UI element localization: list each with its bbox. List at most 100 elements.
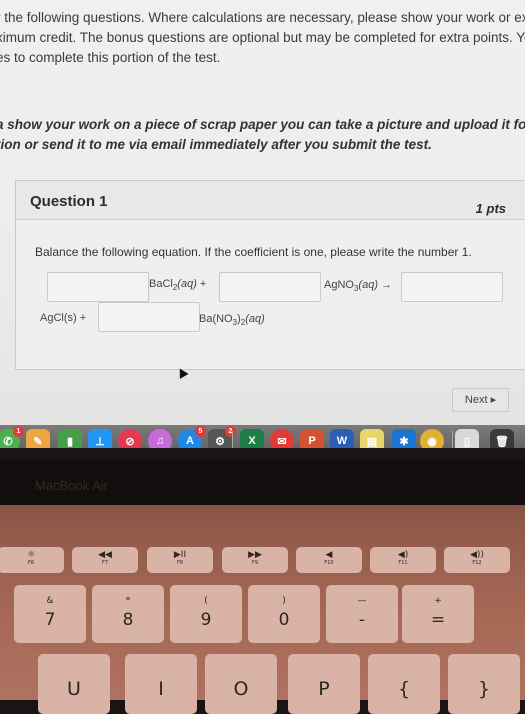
key-0[interactable]: ) 0 — [248, 585, 320, 643]
key-label: } — [477, 678, 491, 700]
instructions-line: r the following questions. Where calcula… — [0, 10, 525, 25]
key-label: = — [430, 610, 446, 630]
key-label: 8 — [122, 610, 134, 630]
key-i[interactable]: I — [125, 654, 197, 714]
key-f10[interactable]: ◀ F10 — [296, 547, 362, 573]
next-button[interactable]: Next ▸ — [452, 388, 509, 412]
coefficient-input-bano3[interactable] — [98, 302, 200, 332]
news-icon: ⊘ — [125, 435, 135, 448]
dock-app-chrome[interactable]: ◉ — [420, 429, 444, 448]
dock: ✆ 1 ✎ ▮ ⊥ ⊘ ♫ A 5 ⚙ 2 X ✉ P W ▤ ✱ ◉ ▯ 🗑 — [0, 425, 525, 448]
laptop-screen: r the following questions. Where calcula… — [0, 0, 525, 448]
key-label: F9 — [251, 560, 259, 566]
term-bacl2: BaCl2(aq) + — [149, 278, 207, 293]
key-label: F6 — [27, 560, 35, 566]
upload-instructions: a show your work on a piece of scrap pap… — [0, 115, 525, 155]
instructions-line: tion or send it to me via email immediat… — [0, 137, 432, 152]
dock-app-mail[interactable]: ✉ — [270, 429, 294, 448]
laptop-brand-label: MacBook Air — [35, 478, 108, 493]
stickies-icon: ▤ — [366, 435, 378, 448]
key-=[interactable]: + = — [402, 585, 474, 643]
key-o[interactable]: O — [205, 654, 277, 714]
dock-app-itunes[interactable]: ♫ — [148, 429, 172, 448]
key-f6[interactable]: ☼ F6 — [0, 547, 64, 573]
key-7[interactable]: & 7 — [14, 585, 86, 643]
dock-app-app-store[interactable]: A5 — [178, 426, 206, 448]
key-label: P — [318, 678, 330, 700]
media-key-icon: ☼ — [26, 550, 36, 560]
media-key-icon: ◀◀ — [98, 550, 112, 560]
instructions-line: a show your work on a piece of scrap pap… — [0, 117, 525, 132]
key-9[interactable]: (9 — [170, 585, 242, 643]
key-p[interactable]: P — [288, 654, 360, 714]
pages-icon: ✎ — [33, 435, 43, 448]
instructions-line: ximum credit. The bonus questions are op… — [0, 30, 525, 45]
notification-badge: 1 — [13, 426, 24, 437]
facetime-icon: ✆ — [3, 435, 13, 448]
question-points: 1 pts — [475, 201, 506, 216]
key-f8[interactable]: ▶II F8 — [147, 547, 213, 573]
key-label: O — [233, 678, 249, 700]
bluetooth-file-exchange-icon: ✱ — [399, 435, 409, 448]
dock-app-pages[interactable]: ✎ — [26, 429, 50, 448]
key-{[interactable]: { — [368, 654, 440, 714]
dock-app-trash[interactable]: 🗑 — [490, 429, 514, 448]
app-store-icon: A — [186, 435, 194, 447]
key-shift-label: — — [357, 596, 367, 606]
excel-icon: X — [248, 435, 256, 447]
key-shift-label: ) — [282, 596, 286, 606]
coefficient-input-bacl2[interactable] — [47, 272, 149, 302]
key--[interactable]: — - — [326, 585, 398, 643]
term-agcl: AgCl(s) + — [40, 312, 87, 324]
media-key-icon: ◀ — [325, 550, 333, 560]
key-label: F11 — [398, 560, 408, 566]
trash-icon: 🗑 — [495, 435, 509, 448]
key-f12[interactable]: ◀)) F12 — [444, 547, 510, 573]
dock-app-powerpoint[interactable]: P — [300, 429, 324, 448]
powerpoint-icon: P — [308, 435, 316, 447]
notification-badge: 2 — [225, 426, 236, 437]
key-shift-label: * — [125, 596, 131, 606]
system-preferences-icon: ⚙ — [215, 435, 225, 448]
key-u[interactable]: U — [38, 654, 110, 714]
key-shift-label: ( — [204, 596, 208, 606]
dock-app-stickies[interactable]: ▤ — [360, 429, 384, 448]
keynote-icon: ⊥ — [95, 435, 105, 448]
key-8[interactable]: * 8 — [92, 585, 164, 643]
key-f11[interactable]: ◀) F11 — [370, 547, 436, 573]
dock-app-news[interactable]: ⊘ — [118, 429, 142, 448]
dock-app-bluetooth-file-exchange[interactable]: ✱ — [392, 429, 416, 448]
key-label: 9 — [200, 610, 212, 630]
dock-app-facetime[interactable]: ✆ 1 — [0, 426, 24, 448]
question-title: Question 1 — [30, 193, 108, 210]
question-header: Question 1 1 pts — [16, 181, 525, 220]
key-label: 7 — [44, 610, 56, 630]
key-}[interactable]: } — [448, 654, 520, 714]
key-label: 0 — [278, 610, 290, 630]
chrome-icon: ◉ — [427, 435, 437, 448]
dock-separator — [452, 431, 453, 448]
documents-icon: ▯ — [463, 435, 471, 448]
key-shift-label: + — [434, 596, 442, 606]
media-key-icon: ◀) — [397, 550, 409, 560]
coefficient-input-agcl[interactable] — [401, 272, 503, 302]
dock-app-system-preferences[interactable]: ⚙ 2 — [208, 426, 236, 448]
dock-app-excel[interactable]: X — [240, 429, 264, 448]
key-label: F10 — [324, 560, 334, 566]
dock-app-numbers[interactable]: ▮ — [58, 429, 82, 448]
key-label: - — [358, 610, 366, 630]
word-icon: W — [336, 435, 348, 447]
dock-app-documents[interactable]: ▯ — [455, 429, 479, 448]
coefficient-input-agno3[interactable] — [219, 272, 321, 302]
dock-app-keynote[interactable]: ⊥ — [88, 429, 112, 448]
instructions-text: r the following questions. Where calcula… — [0, 8, 525, 68]
dock-separator — [232, 431, 233, 448]
instructions-line: es to complete this portion of the test. — [0, 50, 221, 65]
key-f9[interactable]: ▶▶ F9 — [222, 547, 288, 573]
key-label: F12 — [472, 560, 482, 566]
key-f7[interactable]: ◀◀ F7 — [72, 547, 138, 573]
key-label: I — [158, 678, 164, 700]
media-key-icon: ▶II — [173, 550, 187, 560]
dock-app-word[interactable]: W — [330, 429, 354, 448]
key-label: U — [67, 678, 81, 700]
